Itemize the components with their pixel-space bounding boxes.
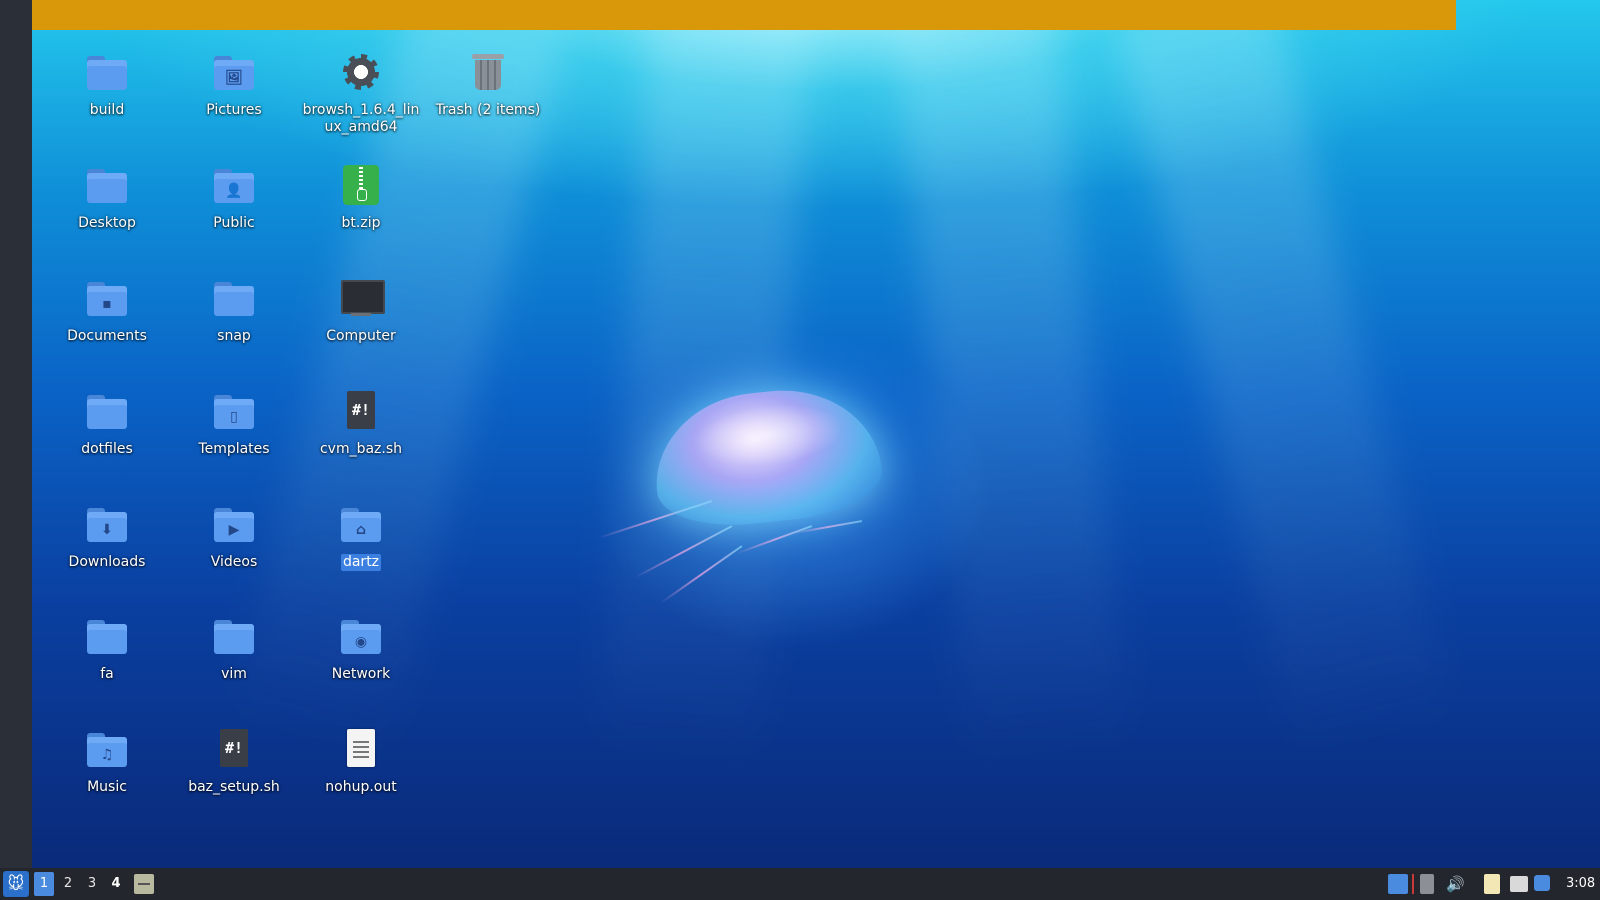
desktop-icon-trash[interactable]: Trash (2 items) xyxy=(426,52,550,119)
icon-label: Public xyxy=(213,215,255,231)
gear-icon xyxy=(339,52,383,96)
icon-label: fa xyxy=(100,666,114,682)
desktop-icon-dotfiles[interactable]: dotfiles xyxy=(45,391,169,458)
desktop-icon-bt-zip[interactable]: bt.zip xyxy=(299,165,423,232)
desktop-icon-public[interactable]: 👤 Public xyxy=(172,165,296,232)
desktop-icon-downloads[interactable]: ⬇ Downloads xyxy=(45,504,169,571)
desktop-icon-nohup[interactable]: nohup.out xyxy=(299,729,423,796)
light-ray xyxy=(1114,0,1454,757)
show-desktop-icon[interactable] xyxy=(1388,874,1408,894)
icon-label: nohup.out xyxy=(325,779,397,795)
desktop-icon-desktop[interactable]: Desktop xyxy=(45,165,169,232)
computer-monitor-icon xyxy=(339,278,385,322)
desktop-icon-computer[interactable]: Computer xyxy=(299,278,423,345)
public-folder-icon: 👤 xyxy=(212,165,256,209)
icon-label: cvm_baz.sh xyxy=(319,441,403,457)
app-menu-icon[interactable]: 🐭 xyxy=(3,871,29,897)
icon-label: Computer xyxy=(326,328,396,344)
mail-icon[interactable] xyxy=(1510,876,1528,892)
desktop-icon-network[interactable]: ◉ Network xyxy=(299,616,423,683)
icon-label: Music xyxy=(87,779,127,795)
icon-label: Pictures xyxy=(206,102,262,118)
window-button-icon[interactable] xyxy=(134,874,154,894)
desktop-icon-cvm-baz[interactable]: #! cvm_baz.sh xyxy=(299,391,423,458)
folder-icon xyxy=(212,278,256,322)
icon-label: bt.zip xyxy=(341,215,381,231)
tray-device-icon[interactable] xyxy=(1420,874,1434,894)
icon-label: Documents xyxy=(67,328,147,344)
desktop-icon-fa[interactable]: fa xyxy=(45,616,169,683)
music-folder-icon: ♫ xyxy=(85,729,129,773)
desktop-icon-videos[interactable]: ▶ Videos xyxy=(172,504,296,571)
desktop-icon-browsh[interactable]: browsh_1.6.4_linux_amd64 xyxy=(299,52,423,136)
templates-folder-icon: ▯ xyxy=(212,391,256,435)
desktop-icon-vim[interactable]: vim xyxy=(172,616,296,683)
videos-folder-icon: ▶ xyxy=(212,504,256,548)
desktop-icon-dartz[interactable]: ⌂ dartz xyxy=(299,504,423,571)
network-folder-icon: ◉ xyxy=(339,616,383,660)
desktop-icon-baz-setup[interactable]: #! baz_setup.sh xyxy=(172,729,296,796)
folder-icon xyxy=(85,52,129,96)
clock[interactable]: 3:08 xyxy=(1566,868,1595,900)
icon-label: Downloads xyxy=(68,554,146,570)
desktop-icon-templates[interactable]: ▯ Templates xyxy=(172,391,296,458)
icon-label: dotfiles xyxy=(81,441,133,457)
folder-icon xyxy=(212,616,256,660)
folder-icon xyxy=(85,391,129,435)
workspace-1[interactable]: 1 xyxy=(34,872,54,896)
icon-label: snap xyxy=(217,328,251,344)
folder-icon xyxy=(85,616,129,660)
script-file-icon: #! xyxy=(212,729,256,773)
icon-label: build xyxy=(89,102,125,118)
pictures-folder-icon: 🖼 xyxy=(212,52,256,96)
icon-label: Templates xyxy=(198,441,270,457)
workspace-4[interactable]: 4 xyxy=(106,872,126,896)
icon-label: Videos xyxy=(210,554,258,570)
desktop-icon-pictures[interactable]: 🖼 Pictures xyxy=(172,52,296,119)
notification-icon[interactable] xyxy=(1534,875,1550,891)
home-folder-icon: ⌂ xyxy=(339,504,383,548)
left-panel-strip xyxy=(0,0,32,868)
folder-icon xyxy=(85,165,129,209)
icon-label: browsh_1.6.4_linux_amd64 xyxy=(302,102,420,135)
volume-icon[interactable]: 🔊 xyxy=(1446,873,1465,895)
clipboard-icon[interactable] xyxy=(1484,874,1500,894)
desktop-icon-documents[interactable]: ▪ Documents xyxy=(45,278,169,345)
text-file-icon xyxy=(339,729,383,773)
icon-label: vim xyxy=(221,666,247,682)
icon-label: Trash (2 items) xyxy=(435,102,541,118)
icon-label-selected: dartz xyxy=(340,554,382,571)
icon-label: baz_setup.sh xyxy=(188,779,280,795)
icon-label: Network xyxy=(331,666,391,682)
desktop-icon-music[interactable]: ♫ Music xyxy=(45,729,169,796)
desktop-icon-snap[interactable]: snap xyxy=(172,278,296,345)
documents-folder-icon: ▪ xyxy=(85,278,129,322)
script-file-icon: #! xyxy=(339,391,383,435)
zip-archive-icon xyxy=(339,165,383,209)
workspace-2[interactable]: 2 xyxy=(58,872,78,896)
downloads-folder-icon: ⬇ xyxy=(85,504,129,548)
icon-label: Desktop xyxy=(78,215,136,231)
workspace-3[interactable]: 3 xyxy=(82,872,102,896)
trash-icon xyxy=(466,52,510,96)
tray-separator xyxy=(1412,874,1414,894)
taskbar: 🐭 1 2 3 4 🔊 3:08 xyxy=(0,868,1600,900)
top-notification-bar xyxy=(32,0,1456,30)
desktop-icon-build[interactable]: build xyxy=(45,52,169,119)
